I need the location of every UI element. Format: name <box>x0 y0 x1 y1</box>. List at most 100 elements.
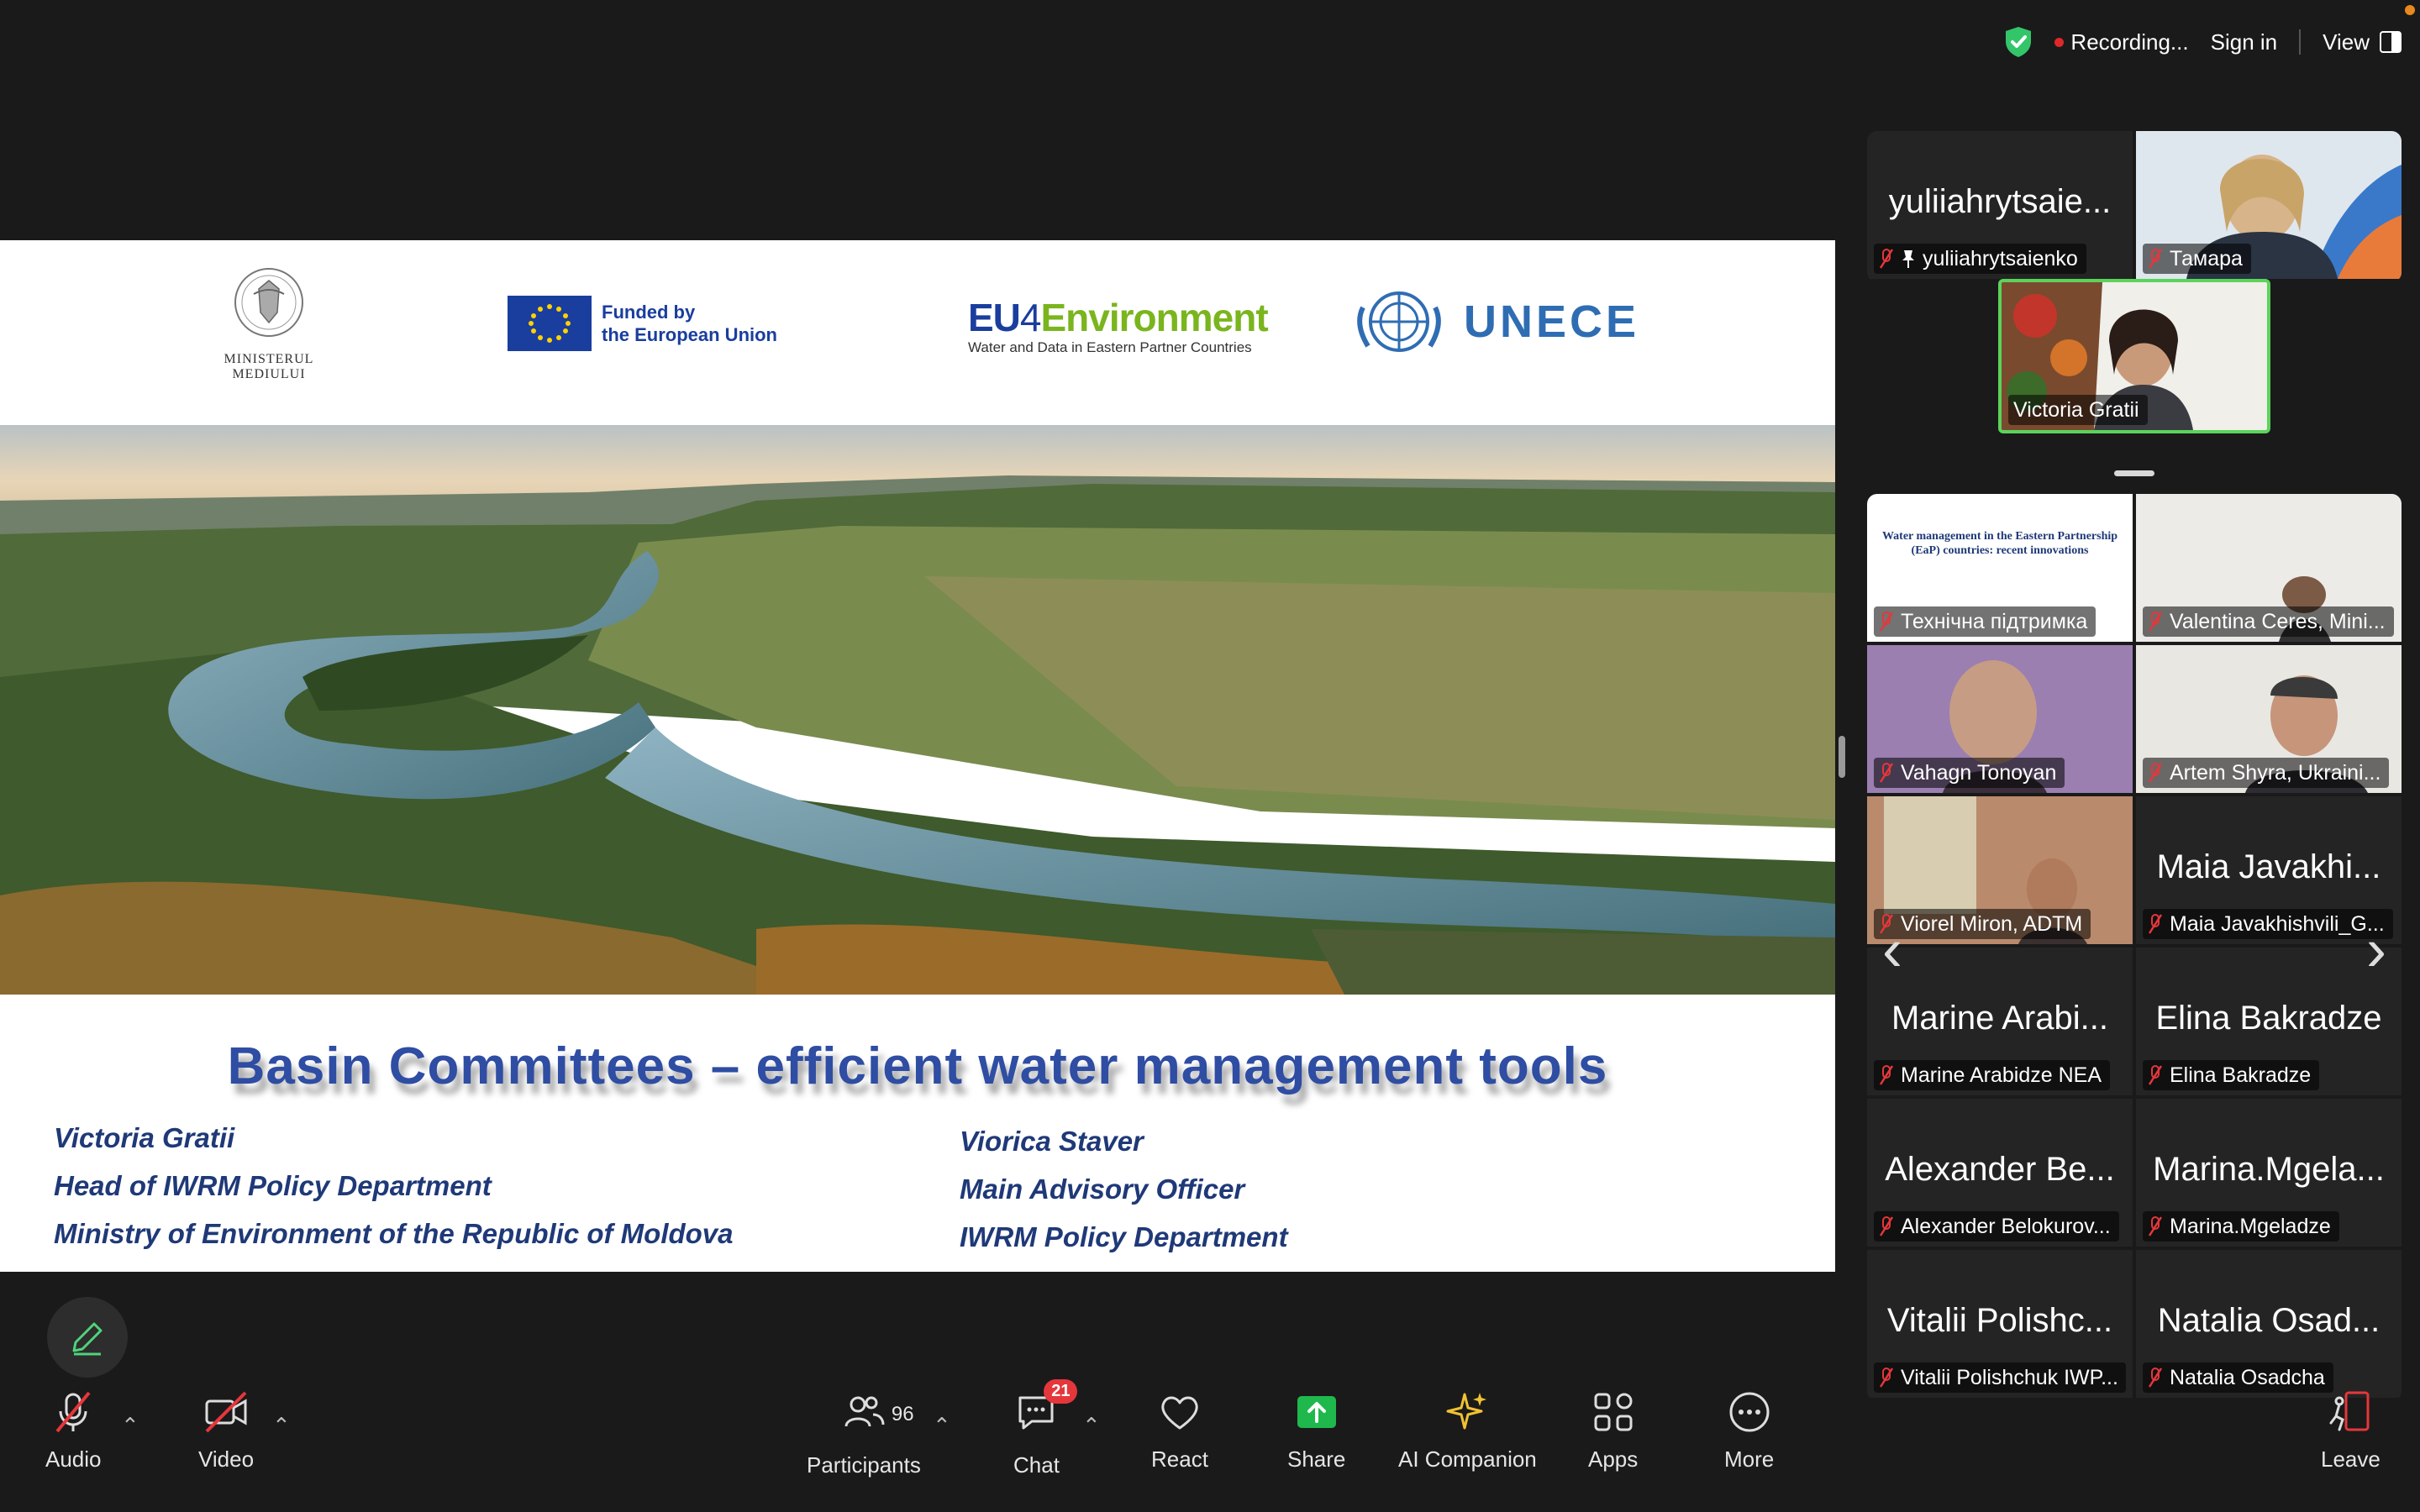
participant-tile[interactable]: Marina.Mgela... Marina.Mgeladze <box>2136 1099 2402 1247</box>
eu4-logo-eu: EU <box>968 296 1021 339</box>
participant-display-name: Vitalii Polishc... <box>1886 1302 2113 1339</box>
ai-companion-label: AI Companion <box>1398 1446 1537 1472</box>
chat-button[interactable]: 21 Chat <box>1013 1379 1078 1478</box>
eu-logo-line1: Funded by <box>602 302 696 323</box>
participant-tile[interactable]: yuliiahrytsaie... yuliiahrytsaienko <box>1867 131 2133 279</box>
participants-options-chevron-icon[interactable]: ⌃ <box>933 1413 951 1439</box>
recording-label: Recording... <box>2070 29 2189 55</box>
eu4environment-logo: EU4Environment Water and Data in Eastern… <box>968 296 1269 356</box>
participant-name: Технічна підтримка <box>1901 609 2088 633</box>
mic-muted-icon <box>2148 612 2163 632</box>
camera-off-icon <box>205 1391 247 1433</box>
author-right-org: IWRM Policy Department <box>960 1221 1288 1252</box>
mic-muted-icon <box>55 1391 91 1433</box>
eu-flag-icon <box>508 296 592 351</box>
shield-check-icon[interactable] <box>2004 26 2033 58</box>
chat-unread-badge: 21 <box>1044 1379 1078 1404</box>
panel-resize-handle[interactable] <box>1839 736 1845 778</box>
participant-name: Marine Arabidze NEA <box>1901 1063 2102 1087</box>
leave-button[interactable]: Leave <box>2321 1389 2381 1473</box>
participant-display-name: Alexander Be... <box>1885 1151 2115 1188</box>
participant-label: Elina Bakradze <box>2143 1060 2320 1090</box>
participant-tile[interactable]: Vahagn Tonoyan <box>1867 645 2133 793</box>
mic-muted-icon <box>1879 763 1894 783</box>
participant-display-name: Marina.Mgela... <box>2153 1151 2385 1188</box>
participant-tile[interactable]: Alexander Be... Alexander Belokurov... <box>1867 1099 2133 1247</box>
video-button[interactable]: Video <box>198 1389 254 1473</box>
audio-options-chevron-icon[interactable]: ⌃ <box>121 1413 139 1439</box>
more-dots-icon <box>1729 1392 1770 1432</box>
chat-label: Chat <box>1013 1452 1060 1478</box>
audio-button[interactable]: Audio <box>45 1389 102 1473</box>
participants-label: Participants <box>807 1452 921 1478</box>
mic-muted-icon <box>1879 1216 1894 1236</box>
author-right-name: Viorica Staver <box>960 1126 1144 1157</box>
participant-name: Тамара <box>2170 246 2243 270</box>
participant-name: yuliiahrytsaienko <box>1923 246 2078 270</box>
participant-tile[interactable]: Valentina Ceres, Mini... <box>2136 494 2402 642</box>
eu4-logo-subtitle: Water and Data in Eastern Partner Countr… <box>968 339 1252 355</box>
more-button[interactable]: More <box>1724 1389 1774 1473</box>
ministry-emblem-icon <box>234 268 303 337</box>
shared-slide-thumbnail-text: Water management in the Eastern Partners… <box>1881 530 2118 557</box>
eu-logo-line2: the European Union <box>602 324 777 345</box>
mic-muted-icon <box>1879 249 1894 269</box>
participant-display-name: Natalia Osad... <box>2157 1302 2381 1339</box>
panel-grip-handle[interactable] <box>2114 470 2154 476</box>
recording-indicator[interactable]: Recording... <box>2054 29 2189 55</box>
pin-icon <box>1902 250 1914 268</box>
author-right-role: Main Advisory Officer <box>960 1173 1245 1205</box>
pencil-icon <box>72 1322 103 1356</box>
participants-button[interactable]: 96 Participants <box>807 1389 921 1478</box>
shared-screen-slide: MINISTERUL MEDIULUI Funded by the Europe… <box>0 240 1835 1272</box>
participant-label: Alexander Belokurov... <box>1874 1211 2119 1242</box>
react-button[interactable]: React <box>1151 1389 1208 1473</box>
mic-muted-icon <box>2148 763 2163 783</box>
participant-name: Alexander Belokurov... <box>1901 1214 2111 1238</box>
ministry-logo-line1: MINISTERUL <box>224 352 314 366</box>
participant-tile[interactable]: Artem Shyra, Ukraini... <box>2136 645 2402 793</box>
leave-label: Leave <box>2321 1446 2381 1472</box>
mic-muted-icon <box>1879 1065 1894 1085</box>
chat-options-chevron-icon[interactable]: ⌃ <box>1082 1413 1101 1439</box>
participant-tile[interactable]: Water management in the Eastern Partners… <box>1867 494 2133 642</box>
apps-button[interactable]: Apps <box>1588 1389 1638 1473</box>
video-options-chevron-icon[interactable]: ⌃ <box>272 1413 291 1439</box>
participant-label: Valentina Ceres, Mini... <box>2143 606 2394 637</box>
participant-tile[interactable]: Тамара <box>2136 131 2402 279</box>
participant-label: Marine Arabidze NEA <box>1874 1060 2111 1090</box>
participant-display-name: Elina Bakradze <box>2155 1000 2382 1037</box>
participant-name: Elina Bakradze <box>2170 1063 2312 1087</box>
eu4-logo-4: 4 <box>1019 296 1042 339</box>
unece-logo: UNECE <box>1344 282 1639 361</box>
participant-name: Vahagn Tonoyan <box>1901 760 2057 785</box>
meeting-toolbar: Audio ⌃ Video ⌃ 96 Participants ⌃ 21 Cha… <box>0 1369 2420 1512</box>
heart-icon <box>1161 1396 1198 1430</box>
mic-muted-icon <box>2148 249 2163 269</box>
river-landscape-image <box>0 425 1835 995</box>
participant-name: Marina.Mgeladze <box>2170 1214 2331 1238</box>
share-button[interactable]: Share <box>1287 1389 1345 1473</box>
more-label: More <box>1724 1446 1775 1472</box>
ai-companion-button[interactable]: AI Companion <box>1398 1389 1537 1473</box>
participant-label: Тамара <box>2143 244 2251 274</box>
gallery-next-arrow-icon[interactable]: › <box>2351 916 2402 984</box>
participant-label: Artem Shyra, Ukraini... <box>2143 758 2390 788</box>
annotate-button[interactable] <box>47 1297 128 1378</box>
author-left-role: Head of IWRM Policy Department <box>54 1170 492 1201</box>
sign-in-link[interactable]: Sign in <box>2211 29 2278 55</box>
author-block-right: Viorica Staver Main Advisory Officer IWR… <box>960 1117 1288 1261</box>
participant-name: Viorel Miron, ADTM <box>1901 911 2083 936</box>
notification-dot <box>2405 5 2415 15</box>
top-participant-strip: yuliiahrytsaie... yuliiahrytsaienko Тама… <box>1867 131 2402 282</box>
layout-icon <box>2380 31 2402 53</box>
mic-muted-icon <box>2148 914 2163 934</box>
participant-label: yuliiahrytsaienko <box>1874 244 2086 274</box>
apps-label: Apps <box>1588 1446 1639 1472</box>
sparkle-icon <box>1446 1393 1487 1430</box>
participant-name: Valentina Ceres, Mini... <box>2170 609 2386 633</box>
gallery-prev-arrow-icon[interactable]: ‹ <box>1867 916 1918 984</box>
view-button[interactable]: View <box>2323 29 2402 55</box>
mic-muted-icon <box>1879 612 1894 632</box>
participant-display-name: Maia Javakhi... <box>2156 848 2381 885</box>
